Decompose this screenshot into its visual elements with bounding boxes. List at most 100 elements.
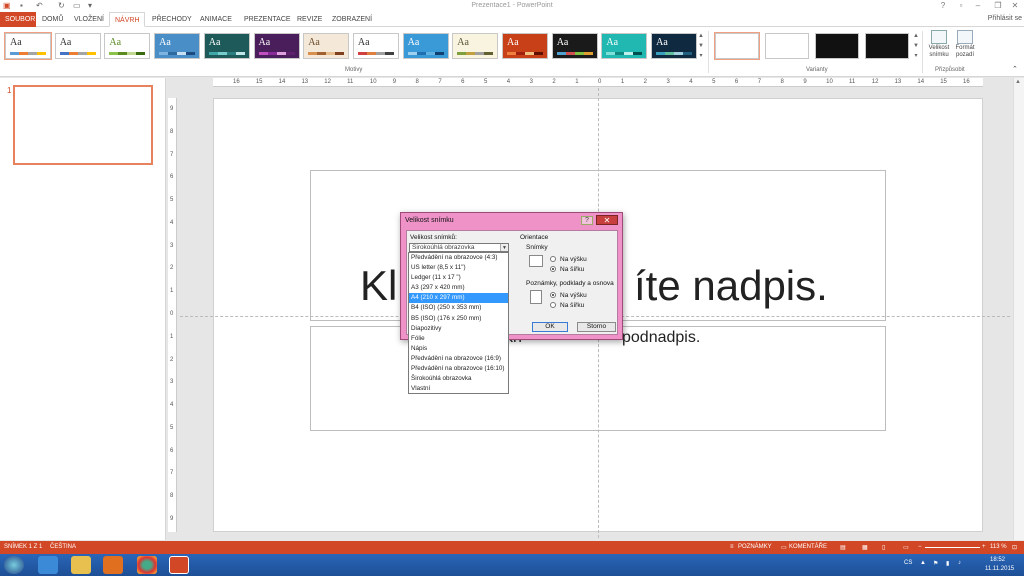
zoom-in-icon[interactable]: + — [982, 544, 986, 550]
slide-size-option[interactable]: Diapozitivy — [409, 324, 508, 334]
zoom-out-icon[interactable]: − — [918, 544, 922, 550]
powerpoint-icon[interactable] — [169, 556, 189, 574]
scroll-up-icon[interactable]: ▲ — [1015, 79, 1021, 85]
slides-portrait-radio[interactable] — [550, 256, 556, 262]
variants-more-icon[interactable]: ▾ — [912, 52, 920, 60]
gallery-more-icon[interactable]: ▾ — [697, 52, 705, 60]
slide-size-option[interactable]: B5 (ISO) (176 x 250 mm) — [409, 314, 508, 324]
sign-in-link[interactable]: Přihlásit se — [988, 15, 1022, 22]
slideshow-icon[interactable]: ▭ — [903, 544, 909, 551]
variant-option[interactable] — [765, 33, 809, 59]
slide-size-option[interactable]: Předvádění na obrazovce (16:10) — [409, 364, 508, 374]
theme-option[interactable]: Aa — [203, 33, 250, 59]
notes-icon[interactable]: ≡ — [730, 544, 734, 550]
tray-arrow-icon[interactable]: ▲ — [920, 560, 926, 566]
tab-transitions[interactable]: PŘECHODY — [147, 12, 192, 27]
internet-explorer-icon[interactable] — [38, 556, 58, 574]
ruler-tick-label: 10 — [826, 79, 833, 85]
clock-time[interactable]: 18:52 — [990, 557, 1005, 563]
slide-size-option[interactable]: Vlastní — [409, 384, 508, 394]
chrome-icon[interactable] — [137, 556, 157, 574]
zoom-slider[interactable] — [925, 547, 980, 548]
notes-button[interactable]: POZNÁMKY — [738, 544, 772, 550]
variant-option[interactable] — [815, 33, 859, 59]
flag-icon[interactable]: ⚑ — [933, 560, 938, 567]
restore-button[interactable]: ❐ — [990, 1, 1006, 10]
slide-size-select[interactable]: Širokoúhlá obrazovka ▼ — [409, 243, 509, 252]
network-icon[interactable]: ▮ — [946, 560, 949, 567]
slide-size-option[interactable]: Fólie — [409, 334, 508, 344]
file-explorer-icon[interactable] — [71, 556, 91, 574]
ruler-tick-label: 3 — [666, 79, 670, 85]
slide-size-option[interactable]: US letter (8,5 x 11") — [409, 263, 508, 273]
ribbon-display-icon[interactable]: ▫ — [953, 1, 969, 10]
theme-option[interactable]: Aa — [54, 33, 101, 59]
theme-option[interactable]: Aa — [601, 33, 648, 59]
notes-landscape-radio[interactable] — [550, 302, 556, 308]
format-background-button[interactable]: Formát pozadí — [953, 30, 977, 59]
minimize-button[interactable]: – — [970, 1, 986, 10]
theme-option[interactable]: Aa — [104, 33, 151, 59]
tab-design[interactable]: NÁVRH — [109, 12, 145, 27]
language-indicator[interactable]: ČEŠTINA — [50, 544, 76, 550]
collapse-ribbon-icon[interactable]: ⌃ — [1012, 65, 1018, 73]
gallery-scroll-down-icon[interactable]: ▼ — [697, 42, 705, 50]
slide-sorter-icon[interactable]: ▦ — [862, 544, 868, 551]
comments-icon[interactable]: ▭ — [781, 544, 787, 551]
media-player-icon[interactable] — [103, 556, 123, 574]
theme-option[interactable]: Aa — [452, 33, 499, 59]
close-button[interactable]: ✕ — [1007, 1, 1023, 10]
slide-size-option[interactable]: A4 (210 x 297 mm) — [409, 293, 508, 304]
reading-view-icon[interactable]: ▯ — [882, 544, 885, 551]
ruler-tick-label: 0 — [598, 79, 602, 85]
tab-file[interactable]: SOUBOR — [0, 12, 36, 27]
vertical-scrollbar[interactable]: ▲ — [1013, 78, 1024, 540]
slide-size-option[interactable]: Nápis — [409, 344, 508, 354]
comments-button[interactable]: KOMENTÁŘE — [789, 544, 827, 550]
start-button-icon[interactable] — [4, 556, 24, 574]
notes-portrait-radio[interactable] — [550, 292, 556, 298]
theme-option[interactable]: Aa — [154, 33, 201, 59]
variants-scroll-up-icon[interactable]: ▲ — [912, 32, 920, 40]
slide-size-option[interactable]: B4 (ISO) (250 x 353 mm) — [409, 303, 508, 313]
clock-date[interactable]: 11.11.2015 — [985, 566, 1014, 572]
cancel-button[interactable]: Storno — [577, 322, 616, 332]
dialog-help-button[interactable]: ? — [581, 216, 593, 225]
slide-size-option[interactable]: Ledger (11 x 17 ") — [409, 273, 508, 283]
variants-scroll-down-icon[interactable]: ▼ — [912, 42, 920, 50]
chevron-down-icon[interactable]: ▼ — [500, 244, 508, 251]
theme-option[interactable]: Aa — [402, 33, 449, 59]
slide-size-option[interactable]: A3 (297 x 420 mm) — [409, 283, 508, 293]
normal-view-icon[interactable]: ▤ — [840, 544, 846, 551]
theme-option[interactable]: Aa — [253, 33, 300, 59]
fit-slide-icon[interactable]: ⊡ — [1012, 544, 1017, 551]
zoom-level[interactable]: 113 % — [990, 544, 1007, 550]
slide-size-option[interactable]: Širokoúhlá obrazovka — [409, 374, 508, 384]
tab-insert[interactable]: VLOŽENÍ — [69, 12, 107, 27]
theme-option[interactable]: Aa — [551, 33, 598, 59]
theme-option[interactable]: Aa — [4, 32, 52, 60]
variant-option[interactable] — [865, 33, 909, 59]
tab-review[interactable]: REVIZE — [292, 12, 324, 27]
ruler-tick-label: 1 — [170, 333, 174, 340]
volume-icon[interactable]: ♪ — [958, 560, 961, 566]
slide-thumbnail[interactable] — [13, 85, 153, 165]
theme-option[interactable]: Aa — [651, 33, 698, 59]
tab-home[interactable]: DOMŮ — [37, 12, 63, 27]
tab-slideshow[interactable]: PREZENTACE — [239, 12, 291, 27]
gallery-scroll-up-icon[interactable]: ▲ — [697, 32, 705, 40]
variant-option[interactable] — [714, 32, 760, 60]
ok-button[interactable]: OK — [532, 322, 568, 332]
slide-size-option[interactable]: Předvádění na obrazovce (16:9) — [409, 354, 508, 364]
help-icon[interactable]: ? — [935, 1, 951, 10]
tab-view[interactable]: ZOBRAZENÍ — [327, 12, 372, 27]
dialog-close-button[interactable]: ✕ — [596, 215, 618, 225]
slide-size-option[interactable]: Předvádění na obrazovce (4:3) — [409, 253, 508, 263]
slides-landscape-radio[interactable] — [550, 266, 556, 272]
theme-option[interactable]: Aa — [502, 33, 548, 59]
input-language[interactable]: CS — [904, 560, 912, 566]
slide-size-button[interactable]: Velikost snímku — [927, 30, 951, 59]
theme-option[interactable]: Aa — [303, 33, 350, 59]
theme-option[interactable]: Aa — [352, 33, 399, 59]
tab-animations[interactable]: ANIMACE — [195, 12, 233, 27]
